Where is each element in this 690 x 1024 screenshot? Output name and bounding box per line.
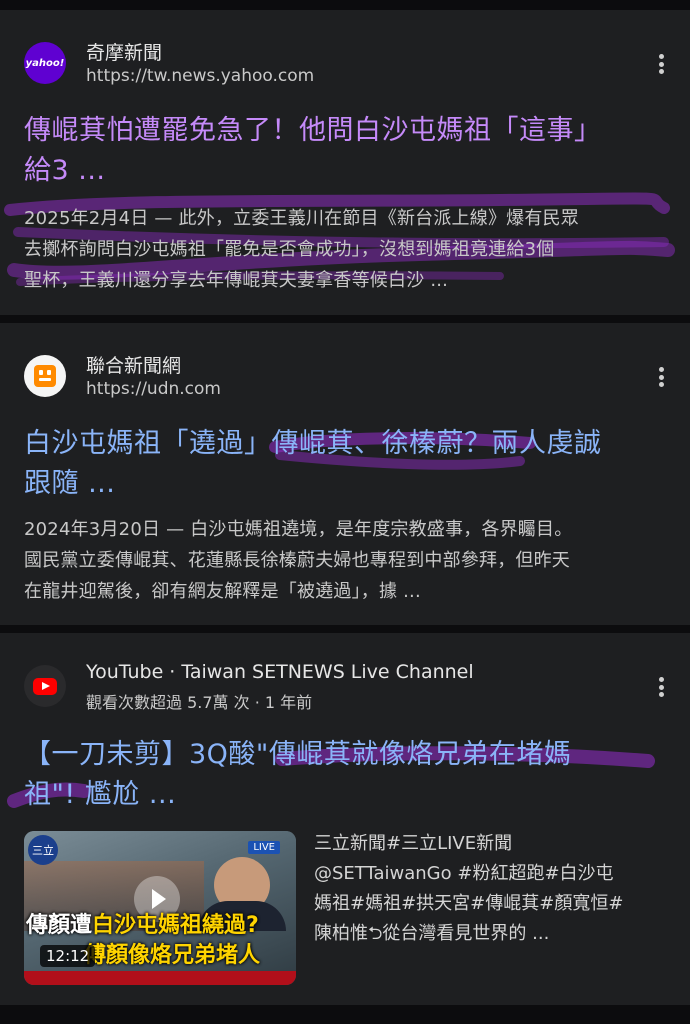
source-name: 聯合新聞網 — [86, 355, 182, 377]
live-badge: LIVE — [248, 841, 280, 854]
result-title-link[interactable]: 【一刀未剪】3Q酸"傳崐萁就像烙兄弟在堵媽 祖"! 尷尬 ... — [24, 735, 668, 815]
search-result-yahoo: yahoo! 奇摩新聞 https://tw.news.yahoo.com 傳崐… — [0, 10, 690, 315]
title-line-2: 跟隨 ... — [24, 468, 116, 499]
more-options-icon[interactable] — [658, 677, 664, 697]
title-line-1: 【一刀未剪】3Q酸"傳崐萁就像烙兄弟在堵媽 — [24, 739, 572, 770]
result-source[interactable]: 聯合新聞網 https://udn.com — [24, 355, 630, 399]
video-thumbnail[interactable]: 三立 LIVE 傳顏遭白沙屯媽祖繞過? 傅顏像烙兄弟堵人 12:12 — [24, 831, 296, 985]
source-url: https://udn.com — [86, 379, 221, 399]
title-line-2: 祖"! 尷尬 ... — [24, 779, 177, 810]
source-name: YouTube · Taiwan SETNEWS Live Channel — [86, 661, 474, 683]
result-source[interactable]: yahoo! 奇摩新聞 https://tw.news.yahoo.com — [24, 42, 630, 86]
video-duration: 12:12 — [40, 945, 96, 967]
result-snippet: 2025年2月4日 — 此外，立委王義川在節目《新台派上線》爆有民眾 去擲杯詢問… — [24, 208, 579, 291]
search-result-udn: 聯合新聞網 https://udn.com 白沙屯媽祖「遶過」傳崐萁、徐榛蔚？兩… — [0, 323, 690, 625]
result-source[interactable]: YouTube · Taiwan SETNEWS Live Channel 觀看… — [24, 661, 630, 712]
thumbnail-caption: 傳顏遭白沙屯媽祖繞過? — [26, 913, 259, 938]
udn-favicon-icon — [24, 355, 66, 397]
title-line-1: 白沙屯媽祖「遶過」傳崐萁、徐榛蔚？兩人虔誠 — [24, 428, 602, 459]
yahoo-favicon-icon: yahoo! — [24, 42, 66, 84]
more-options-icon[interactable] — [658, 367, 664, 387]
result-title-link[interactable]: 白沙屯媽祖「遶過」傳崐萁、徐榛蔚？兩人虔誠 跟隨 ... — [24, 424, 668, 504]
thumbnail-ticker — [24, 971, 296, 985]
video-meta: 觀看次數超過 5.7萬 次 · 1 年前 — [86, 693, 313, 712]
source-name: 奇摩新聞 — [86, 42, 163, 64]
video-description: 三立新聞#三立LIVE新聞 @SETTaiwanGo #粉紅超跑#白沙屯 媽祖#… — [314, 833, 624, 944]
result-snippet: 2024年3月20日 — 白沙屯媽祖遶境，是年度宗教盛事，各界矚目。 國民黨立委… — [24, 519, 573, 602]
title-line-1: 傳崐萁怕遭罷免急了！他問白沙屯媽祖「這事」 — [24, 115, 602, 146]
news-logo-badge: 三立 — [28, 835, 58, 865]
source-url: https://tw.news.yahoo.com — [86, 66, 315, 86]
result-title-link[interactable]: 傳崐萁怕遭罷免急了！他問白沙屯媽祖「這事」 給3 ... — [24, 111, 668, 191]
search-result-youtube: YouTube · Taiwan SETNEWS Live Channel 觀看… — [0, 633, 690, 1005]
title-line-2: 給3 ... — [24, 155, 106, 186]
more-options-icon[interactable] — [658, 54, 664, 74]
thumbnail-caption-2: 傅顏像烙兄弟堵人 — [84, 943, 261, 968]
youtube-favicon-icon — [24, 665, 66, 707]
